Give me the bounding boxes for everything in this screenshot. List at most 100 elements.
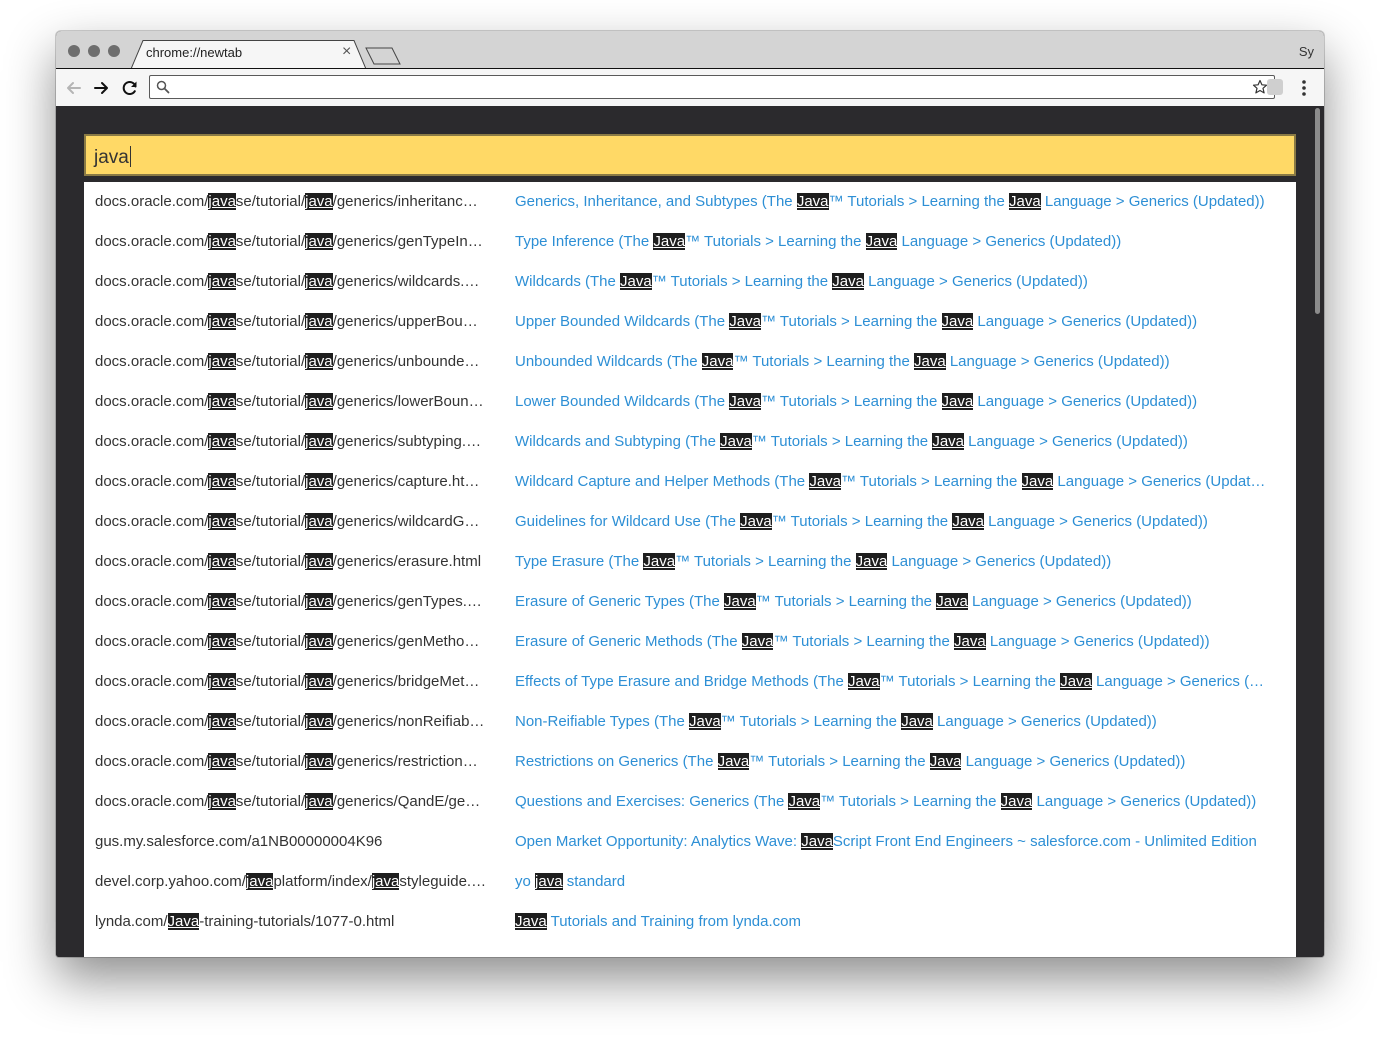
query-highlight: java: [371, 873, 400, 890]
result-row[interactable]: devel.corp.yahoo.com/javaplatform/index/…: [84, 862, 1296, 902]
query-highlight: Java: [929, 753, 962, 770]
result-title[interactable]: Unbounded Wildcards (The Java™ Tutorials…: [515, 353, 1280, 370]
result-title[interactable]: Type Erasure (The Java™ Tutorials > Lear…: [515, 553, 1280, 570]
maximize-window-button[interactable]: [108, 45, 120, 57]
result-row[interactable]: docs.oracle.com/javase/tutorial/java/gen…: [84, 662, 1296, 702]
result-url: docs.oracle.com/javase/tutorial/java/gen…: [95, 593, 482, 610]
query-highlight: java: [305, 273, 333, 290]
query-highlight: java: [305, 553, 333, 570]
query-highlight: Java: [941, 313, 974, 330]
result-title[interactable]: Wildcards (The Java™ Tutorials > Learnin…: [515, 273, 1280, 290]
query-highlight: Java: [1060, 673, 1092, 690]
result-url: docs.oracle.com/javase/tutorial/java/gen…: [95, 433, 482, 450]
query-highlight: java: [305, 353, 333, 370]
profile-label[interactable]: Sy: [1299, 44, 1314, 59]
close-window-button[interactable]: [68, 45, 80, 57]
result-title[interactable]: Lower Bounded Wildcards (The Java™ Tutor…: [515, 393, 1280, 410]
query-highlight: java: [305, 473, 333, 490]
extension-icon[interactable]: [1267, 79, 1283, 95]
reload-icon[interactable]: [120, 78, 140, 98]
result-row[interactable]: docs.oracle.com/javase/tutorial/java/gen…: [84, 542, 1296, 582]
query-highlight: java: [305, 393, 333, 410]
result-title[interactable]: Questions and Exercises: Generics (The J…: [515, 793, 1280, 810]
query-highlight: Java: [1021, 473, 1054, 490]
query-highlight: java: [305, 233, 333, 250]
browser-window: chrome://newtab × Sy java docs.oracle.co…: [56, 31, 1324, 957]
query-highlight: java: [208, 673, 236, 690]
query-highlight: Java: [788, 793, 821, 810]
result-title[interactable]: Non-Reifiable Types (The Java™ Tutorials…: [515, 713, 1280, 730]
result-row[interactable]: lynda.com/Java-training-tutorials/1077-0…: [84, 902, 1296, 942]
result-title[interactable]: Generics, Inheritance, and Subtypes (The…: [515, 193, 1280, 210]
result-row[interactable]: docs.oracle.com/javase/tutorial/java/gen…: [84, 302, 1296, 342]
result-title[interactable]: Wildcard Capture and Helper Methods (The…: [515, 473, 1280, 490]
result-row[interactable]: docs.oracle.com/javase/tutorial/java/gen…: [84, 702, 1296, 742]
result-row[interactable]: docs.oracle.com/javase/tutorial/java/gen…: [84, 622, 1296, 662]
query-highlight: java: [208, 793, 236, 810]
query-highlight: java: [305, 633, 333, 650]
forward-arrow-icon[interactable]: [92, 78, 112, 98]
result-title[interactable]: Erasure of Generic Types (The Java™ Tuto…: [515, 593, 1280, 610]
query-highlight: java: [208, 593, 236, 610]
new-tab-icon[interactable]: [365, 47, 401, 65]
query-highlight: java: [245, 873, 274, 890]
result-title[interactable]: Erasure of Generic Methods (The Java™ Tu…: [515, 633, 1280, 650]
query-highlight: java: [208, 553, 236, 570]
result-url: docs.oracle.com/javase/tutorial/java/gen…: [95, 273, 480, 290]
result-title[interactable]: Guidelines for Wildcard Use (The Java™ T…: [515, 513, 1280, 530]
result-row[interactable]: docs.oracle.com/javase/tutorial/java/gen…: [84, 422, 1296, 462]
query-highlight: Java: [1000, 793, 1033, 810]
result-row[interactable]: docs.oracle.com/javase/tutorial/java/gen…: [84, 342, 1296, 382]
result-row[interactable]: gus.my.salesforce.com/a1NB00000004K96 Ope…: [84, 822, 1296, 862]
result-row[interactable]: docs.oracle.com/javase/tutorial/java/gen…: [84, 222, 1296, 262]
query-highlight: Java: [832, 273, 864, 290]
query-highlight: java: [208, 193, 236, 210]
bookmark-star-icon[interactable]: [1252, 79, 1268, 95]
query-highlight: Java: [653, 233, 686, 250]
query-highlight: java: [305, 673, 333, 690]
result-title[interactable]: Upper Bounded Wildcards (The Java™ Tutor…: [515, 313, 1280, 330]
query-highlight: Java: [688, 713, 721, 730]
result-title[interactable]: Effects of Type Erasure and Bridge Metho…: [515, 673, 1280, 690]
result-row[interactable]: docs.oracle.com/javase/tutorial/java/gen…: [84, 182, 1296, 222]
result-row[interactable]: docs.oracle.com/javase/tutorial/java/gen…: [84, 782, 1296, 822]
minimize-window-button[interactable]: [88, 45, 100, 57]
result-url: gus.my.salesforce.com/a1NB00000004K96: [95, 833, 383, 850]
result-title[interactable]: Java Tutorials and Training from lynda.c…: [515, 913, 1280, 930]
back-arrow-icon[interactable]: [64, 78, 84, 98]
omnibox[interactable]: [149, 75, 1275, 99]
result-row[interactable]: docs.oracle.com/javase/tutorial/java/gen…: [84, 462, 1296, 502]
result-title[interactable]: Type Inference (The Java™ Tutorials > Le…: [515, 233, 1280, 250]
result-title[interactable]: Restrictions on Generics (The Java™ Tuto…: [515, 753, 1280, 770]
query-highlight: java: [208, 393, 236, 410]
result-row[interactable]: docs.oracle.com/javase/tutorial/java/gen…: [84, 742, 1296, 782]
close-icon[interactable]: ×: [342, 44, 351, 60]
scrollbar[interactable]: [1311, 106, 1324, 957]
query-highlight: Java: [865, 233, 898, 250]
tab-title: chrome://newtab: [146, 45, 243, 60]
search-icon: [156, 80, 170, 94]
search-query-text: java: [94, 147, 129, 168]
result-row[interactable]: docs.oracle.com/javase/tutorial/java/gen…: [84, 262, 1296, 302]
scrollbar-thumb[interactable]: [1315, 108, 1320, 314]
query-highlight: java: [208, 233, 236, 250]
query-highlight: Java: [717, 753, 750, 770]
result-url: docs.oracle.com/javase/tutorial/java/gen…: [95, 553, 482, 570]
result-row[interactable]: docs.oracle.com/javase/tutorial/java/gen…: [84, 502, 1296, 542]
result-title[interactable]: Open Market Opportunity: Analytics Wave:…: [515, 833, 1280, 850]
query-highlight: java: [305, 433, 333, 450]
query-highlight: java: [208, 633, 236, 650]
search-input[interactable]: java: [84, 134, 1296, 176]
query-highlight: java: [305, 593, 333, 610]
text-caret: [129, 146, 131, 167]
menu-icon[interactable]: [1301, 78, 1307, 98]
query-highlight: java: [208, 353, 236, 370]
result-url: docs.oracle.com/javase/tutorial/java/gen…: [95, 313, 478, 330]
result-title[interactable]: yo java standard: [515, 873, 1280, 890]
result-row[interactable]: docs.oracle.com/javase/tutorial/java/gen…: [84, 382, 1296, 422]
result-url: docs.oracle.com/javase/tutorial/java/gen…: [95, 793, 481, 810]
query-highlight: Java: [847, 673, 880, 690]
query-highlight: Java: [729, 313, 761, 330]
result-row[interactable]: docs.oracle.com/javase/tutorial/java/gen…: [84, 582, 1296, 622]
result-title[interactable]: Wildcards and Subtyping (The Java™ Tutor…: [515, 433, 1280, 450]
